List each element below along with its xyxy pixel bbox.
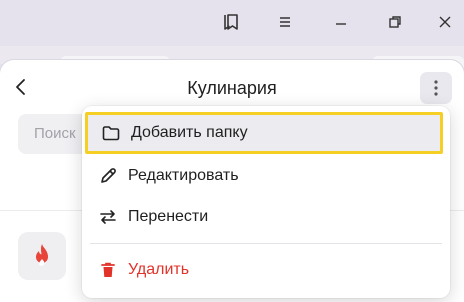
menu-item-label: Добавить папку	[131, 124, 248, 141]
pencil-icon	[101, 168, 116, 183]
restore-button[interactable]	[380, 8, 410, 36]
minimize-button[interactable]	[326, 8, 356, 36]
restore-icon	[389, 16, 401, 28]
menu-item-label: Удалить	[128, 261, 190, 278]
search-placeholder: Поиск	[34, 125, 76, 142]
collection-item-tile[interactable]	[18, 232, 66, 280]
folder-icon	[102, 126, 120, 141]
menu-item-delete[interactable]: Удалить	[82, 250, 450, 290]
menu-item-edit[interactable]: Редактировать	[82, 156, 450, 196]
menu-item-add-folder[interactable]: Добавить папку	[85, 112, 443, 154]
close-button[interactable]	[430, 8, 460, 36]
menu-button[interactable]	[270, 8, 300, 36]
bookmarks-icon	[224, 14, 238, 30]
close-icon	[439, 16, 451, 28]
menu-item-label: Редактировать	[128, 167, 239, 184]
menu-item-label: Перенести	[128, 208, 209, 225]
minimize-icon	[336, 23, 346, 25]
menu-divider	[90, 243, 442, 244]
fire-icon	[36, 244, 48, 266]
trash-icon	[101, 262, 115, 277]
move-arrows-icon	[100, 210, 116, 224]
page-title: Кулинария	[187, 78, 277, 98]
bookmarks-button[interactable]	[216, 8, 246, 36]
title-bar	[0, 0, 464, 46]
menu-icon	[280, 17, 290, 27]
more-button[interactable]	[420, 72, 452, 104]
kebab-icon	[434, 80, 438, 96]
context-menu: Добавить папку Редактировать Перенести У…	[82, 106, 450, 298]
menu-item-move[interactable]: Перенести	[82, 197, 450, 237]
